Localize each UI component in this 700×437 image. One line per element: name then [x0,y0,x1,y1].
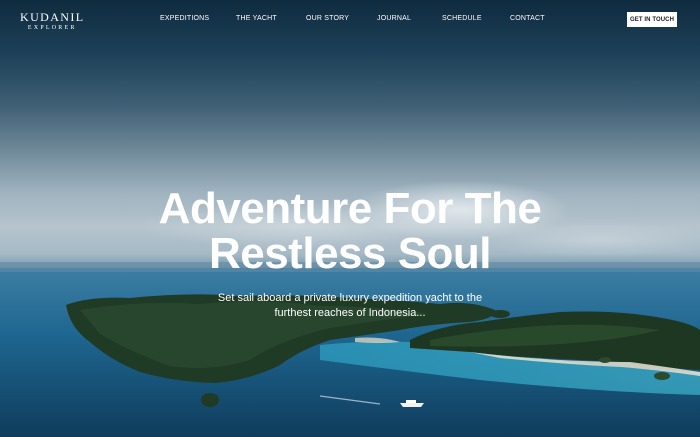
nav-item-expeditions[interactable]: EXPEDITIONS [160,15,209,22]
hero-headline: Adventure For The Restless Soul [0,186,700,276]
nav-item-schedule[interactable]: SCHEDULE [442,15,482,22]
hero-subheadline: Set sail aboard a private luxury expedit… [0,291,700,321]
top-navigation-bar: KUDANIL EXPLORER EXPEDITIONS THE YACHT O… [0,0,700,40]
get-in-touch-button[interactable]: GET IN TOUCH [627,12,677,27]
hero-headline-line-2: Restless Soul [208,229,492,278]
main-nav: EXPEDITIONS THE YACHT OUR STORY JOURNAL … [0,15,700,27]
nav-item-journal[interactable]: JOURNAL [377,15,411,22]
nav-item-contact[interactable]: CONTACT [510,15,545,22]
hero-subheadline-line-2: furthest reaches of Indonesia... [274,307,426,319]
nav-item-the-yacht[interactable]: THE YACHT [236,15,277,22]
hero-headline-line-1: Adventure For The [158,184,542,233]
nav-item-our-story[interactable]: OUR STORY [306,15,349,22]
hero-subheadline-line-1: Set sail aboard a private luxury expedit… [217,292,483,304]
